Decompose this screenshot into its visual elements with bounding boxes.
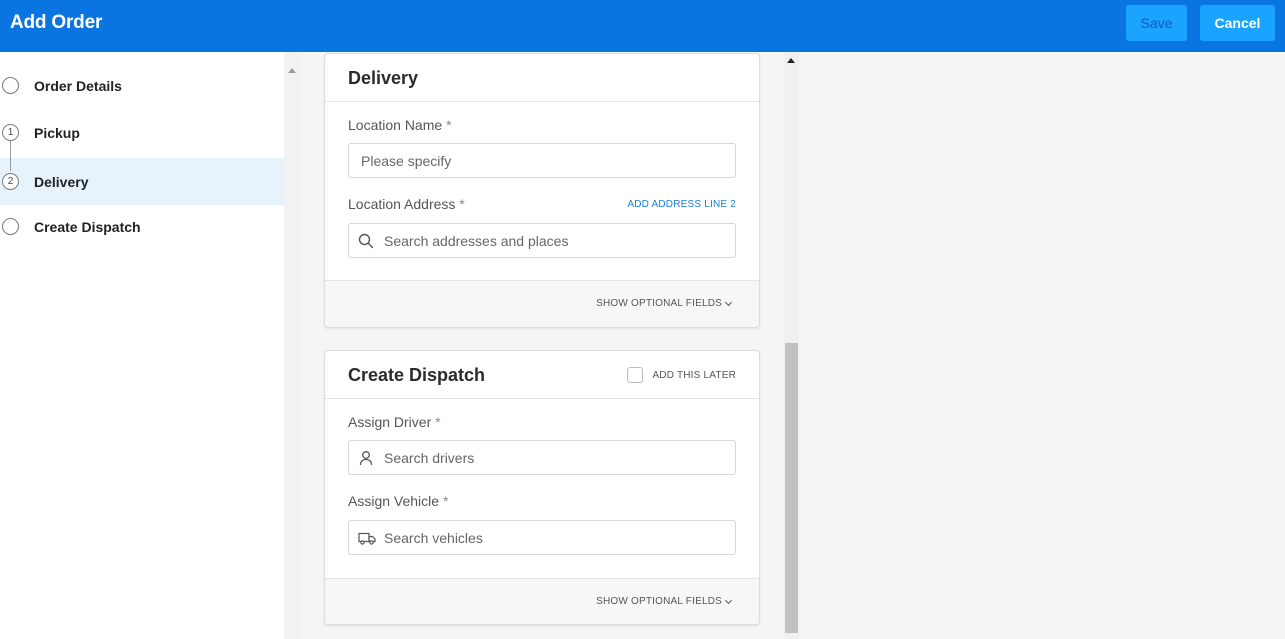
sidebar-scrollbar[interactable] [284, 52, 300, 639]
location-address-label: Location Address * [348, 196, 465, 212]
steps-sidebar: Order Details 1 Pickup 2 Delivery Create… [0, 52, 284, 639]
assign-vehicle-input[interactable]: Search vehicles [348, 520, 736, 555]
required-marker: * [435, 414, 441, 430]
step-create-dispatch[interactable]: Create Dispatch [0, 203, 284, 250]
location-address-input[interactable]: Search addresses and places [348, 223, 736, 258]
step-circle-icon [2, 218, 19, 235]
step-number-icon: 2 [2, 173, 19, 190]
page-title: Add Order [10, 12, 103, 33]
step-delivery[interactable]: 2 Delivery [0, 158, 284, 205]
chevron-down-icon [724, 596, 733, 604]
required-marker: * [459, 196, 465, 212]
create-dispatch-card: Create Dispatch ADD THIS LATER Assign Dr… [324, 350, 760, 625]
assign-vehicle-placeholder: Search vehicles [384, 530, 483, 546]
chevron-down-icon [724, 298, 733, 306]
show-optional-fields-label: SHOW OPTIONAL FIELDS [596, 298, 722, 309]
assign-vehicle-label-text: Assign Vehicle [348, 493, 440, 509]
location-address-placeholder: Search addresses and places [384, 233, 569, 249]
divider [325, 398, 759, 399]
assign-driver-label-text: Assign Driver [348, 414, 432, 430]
location-name-label-text: Location Name [348, 117, 443, 133]
step-pickup[interactable]: 1 Pickup [0, 109, 284, 156]
app-header: Add Order Save Cancel [0, 0, 1285, 52]
step-number-icon: 1 [2, 124, 19, 141]
truck-icon [358, 532, 376, 545]
delivery-title: Delivery [348, 68, 419, 88]
save-button[interactable]: Save [1126, 5, 1187, 41]
step-label: Delivery [34, 173, 89, 190]
delivery-card: Delivery Location Name * Please specify … [324, 53, 760, 328]
delivery-card-footer: SHOW OPTIONAL FIELDS [325, 280, 759, 327]
assign-driver-input[interactable]: Search drivers [348, 440, 736, 475]
add-this-later-label: ADD THIS LATER [652, 369, 736, 381]
step-order-details[interactable]: Order Details [0, 62, 284, 109]
assign-vehicle-label: Assign Vehicle * [348, 493, 448, 509]
cancel-button[interactable]: Cancel [1200, 5, 1275, 41]
divider [325, 101, 759, 102]
required-marker: * [446, 117, 452, 133]
create-dispatch-title: Create Dispatch [348, 365, 486, 385]
required-marker: * [442, 493, 449, 509]
add-address-line-2-link[interactable]: ADD ADDRESS LINE 2 [627, 199, 736, 210]
scroll-up-arrow-icon[interactable] [288, 68, 296, 73]
location-name-placeholder: Please specify [361, 153, 452, 169]
checkbox-box[interactable] [627, 367, 644, 383]
step-label: Pickup [34, 124, 80, 141]
scroll-up-arrow-icon[interactable] [787, 58, 795, 63]
step-label: Order Details [34, 77, 122, 94]
add-this-later-checkbox[interactable]: ADD THIS LATER [627, 367, 736, 383]
show-optional-fields-button[interactable]: SHOW OPTIONAL FIELDS [596, 596, 733, 607]
location-name-label: Location Name * [348, 117, 452, 133]
show-optional-fields-label: SHOW OPTIONAL FIELDS [596, 596, 722, 607]
assign-driver-placeholder: Search drivers [384, 450, 475, 466]
step-label: Create Dispatch [34, 218, 141, 235]
step-connector [10, 141, 11, 171]
location-address-label-text: Location Address [348, 196, 456, 212]
step-circle-icon [2, 77, 19, 94]
dispatch-card-footer: SHOW OPTIONAL FIELDS [325, 578, 759, 624]
main-scrollbar-thumb[interactable] [785, 343, 798, 633]
show-optional-fields-button[interactable]: SHOW OPTIONAL FIELDS [596, 298, 733, 309]
search-icon [358, 233, 374, 249]
location-name-input[interactable]: Please specify [348, 143, 736, 178]
assign-driver-label: Assign Driver * [348, 414, 441, 430]
user-icon [359, 451, 373, 466]
